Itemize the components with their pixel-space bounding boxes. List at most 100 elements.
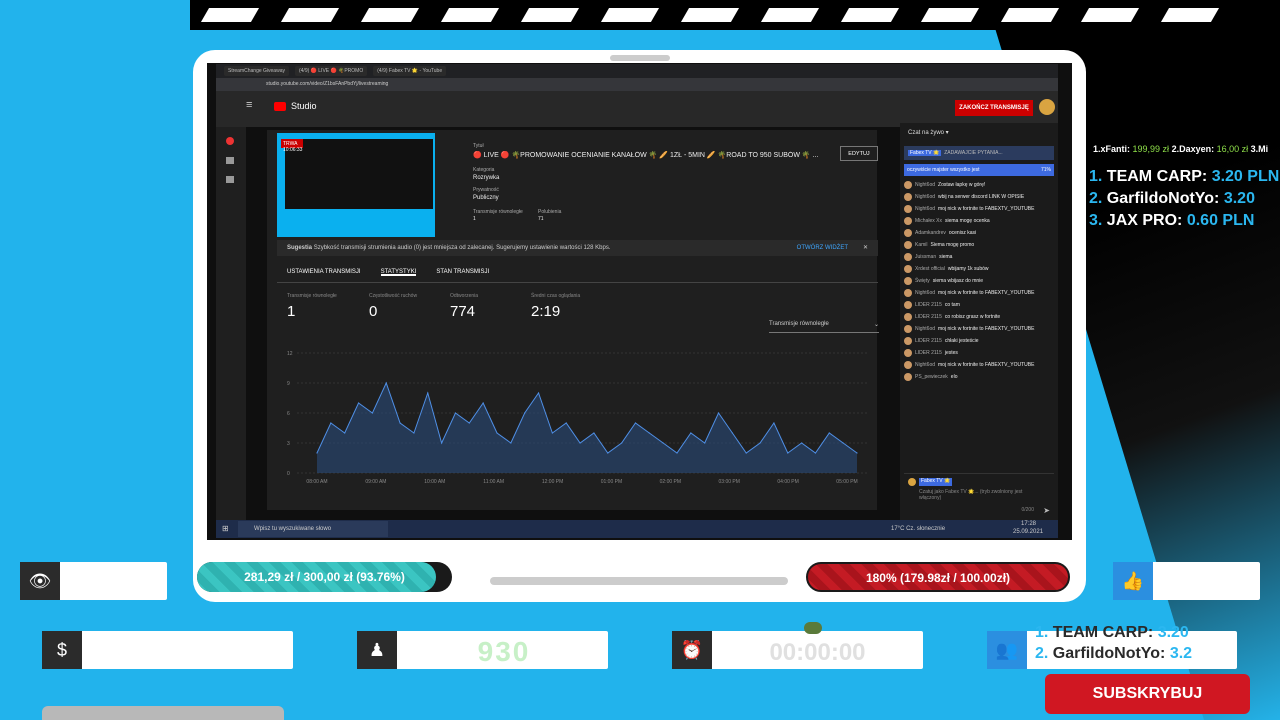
chat-text: chłaki jesteście <box>944 338 979 344</box>
chat-author: Xrdest official <box>915 266 945 272</box>
chart-point <box>537 392 540 394</box>
avatar <box>904 241 912 249</box>
likes-label: Polubienia <box>538 209 562 215</box>
donor-amount: 16,00 zł <box>1216 144 1249 154</box>
chart-point <box>454 412 457 414</box>
browser-tab[interactable]: (4/9) 🔴 LIVE 🔴 🌴PROMO <box>294 66 368 76</box>
chat-message: LIDER 2115 chłaki jesteście <box>904 336 1054 346</box>
alarm-clock-icon: ⏰ <box>672 631 712 669</box>
metric-dropdown[interactable]: Transmisje równoległe ⌄ <box>769 321 879 333</box>
avatar <box>904 193 912 201</box>
taskbar-search[interactable]: Wpisz tu wyszukiwane słowo <box>238 521 388 537</box>
donor-name: GarfildoNotYo: <box>1052 644 1166 662</box>
chart-point <box>524 412 526 414</box>
chat-message: Night6od moj nick w fortnite to FABEXTV_Y… <box>904 324 1054 334</box>
x-tick-label: 01:00 PM <box>601 479 622 485</box>
chat-input[interactable]: Czatuj jako Fabex TV 🌟... (tryb zwolnion… <box>919 489 1044 501</box>
live-badge: TRWA 10:06:33 <box>281 139 303 153</box>
donor-ticker: 1.xFanti: 199,99 zł 2.Daxyen: 16,00 zł 3… <box>1093 144 1268 154</box>
chat-message: LIDER 2115 jestes <box>904 348 1054 358</box>
top-donor-row: 3. JAX PRO: 0.60 PLN <box>1089 210 1279 232</box>
subs-count: 930 <box>477 636 531 667</box>
donor-value: 3.2 <box>1169 644 1193 662</box>
chat-message: Adamkandrev ocenisz kasi <box>904 228 1054 238</box>
goal1-text: 281,29 zł / 300,00 zł (93.76%) <box>244 570 405 584</box>
screen: StreamChange Giveaway (4/9) 🔴 LIVE 🔴 🌴PR… <box>207 63 1072 540</box>
browser-tab[interactable]: (4/9) Fabex TV 🌟 - YouTube <box>373 66 447 76</box>
camera-icon[interactable] <box>226 157 234 164</box>
chat-author: Night6od <box>915 326 936 332</box>
donor-value: 0.60 PLN <box>1186 212 1255 230</box>
open-widget-link[interactable]: OTWÓRZ WIDŻET <box>797 245 848 251</box>
avatar <box>904 349 912 357</box>
stream-title: 🔴 LIVE 🔴 🌴PROMOWANIE OCENIANIE KANAŁÓW 🌴… <box>473 152 819 159</box>
chart-point <box>634 422 637 424</box>
donor-name: JAX PRO: <box>1106 212 1183 230</box>
goal2-bar: 180% (179.98zł / 100.00zł) <box>806 562 1070 592</box>
rank: 2. <box>1035 644 1049 662</box>
browser-tab[interactable]: StreamChange Giveaway <box>224 66 289 76</box>
avatar <box>904 313 912 321</box>
poll-bar[interactable]: oczywiście majster wszystko jest 71% <box>904 164 1054 176</box>
chart-point <box>385 382 387 384</box>
chat-text: co robisz grasz w fortnite <box>944 314 1001 320</box>
avatar[interactable] <box>1039 99 1055 115</box>
rank: 2. <box>1089 190 1103 208</box>
tab-settings[interactable]: USTAWIENIA TRANSMISJI <box>287 269 361 276</box>
chat-text: siema <box>939 254 953 260</box>
chat-text: wbij na serwer discord LINK W OPISIE <box>938 194 1025 200</box>
browser-tabbar: StreamChange Giveaway (4/9) 🔴 LIVE 🔴 🌴PR… <box>216 64 1058 78</box>
windows-start-icon[interactable]: ⊞ <box>222 524 229 533</box>
likes-value: 71 <box>538 216 544 222</box>
char-counter: 0/200 <box>1021 507 1034 513</box>
chat-author: PS_pewieczek <box>915 374 948 380</box>
tab-status[interactable]: STAN TRANSMISJI <box>436 269 489 276</box>
chart-point <box>856 452 858 454</box>
edit-button[interactable]: EDYTUJ <box>840 146 878 161</box>
live-icon[interactable] <box>226 137 234 145</box>
goal2-label: NA KONKURS DLA WIDZÓW <box>855 545 978 555</box>
chart-point <box>468 422 470 424</box>
chat-author: Święty <box>915 278 930 284</box>
chart-point <box>551 432 553 434</box>
menu-icon[interactable]: ≡ <box>246 99 252 111</box>
send-icon[interactable]: ➤ <box>1043 506 1050 515</box>
clock-date: 25.09.2021 <box>1013 529 1044 535</box>
chart-point <box>704 442 706 444</box>
avatar <box>904 373 912 381</box>
top-stripe-band <box>190 0 1280 30</box>
group-icon: 👥 <box>987 631 1027 669</box>
avatar <box>904 337 912 345</box>
thumbnail-preview <box>285 139 433 209</box>
y-tick-label: 3 <box>287 441 290 447</box>
avatar <box>908 478 916 486</box>
poll-percent: 71% <box>1040 167 1051 173</box>
stat-movement: Częstotliwość ruchów 0 <box>369 293 417 320</box>
address-bar[interactable]: studio.youtube.com/video/Z1bsFAnPbdYj/li… <box>216 78 1058 91</box>
x-tick-label: 04:00 PM <box>777 479 798 485</box>
suggestion-text: Szybkość transmisji strumienia audio (0)… <box>313 245 611 251</box>
chart-point <box>676 452 678 454</box>
chart-point <box>496 432 498 434</box>
close-icon[interactable]: ✕ <box>863 244 868 251</box>
chart-point <box>745 452 747 454</box>
calendar-icon[interactable] <box>226 176 234 183</box>
chat-author: LIDER 2115 <box>915 302 942 308</box>
stat-value: 2:19 <box>531 303 561 320</box>
chat-text: moj nick w fortnite to FABEXTV_YOUTUBE <box>938 362 1035 368</box>
subscribe-button[interactable]: SUBSKRYBUJ <box>1045 674 1250 714</box>
chat-header[interactable]: Czat na żywo ▾ <box>900 123 1058 142</box>
privacy-value: Publiczny <box>473 195 499 201</box>
top-donor-row: 2. GarfildoNotYo: 3.20 <box>1089 188 1279 210</box>
chat-text: ocenisz kasi <box>948 230 977 236</box>
x-tick-label: 12:00 PM <box>542 479 563 485</box>
avatar <box>904 301 912 309</box>
live-time: 10:06:33 <box>283 147 303 153</box>
donor-value: 3.20 <box>1223 190 1255 208</box>
chat-author: Juissman <box>915 254 937 260</box>
chart-point <box>648 432 650 434</box>
poll-text: oczywiście majster wszystko jest <box>907 167 980 173</box>
y-tick-label: 0 <box>287 471 290 477</box>
end-stream-button[interactable]: ZAKOŃCZ TRANSMISJĘ <box>955 100 1033 116</box>
tab-statistics[interactable]: STATYSTYKI <box>380 269 417 276</box>
